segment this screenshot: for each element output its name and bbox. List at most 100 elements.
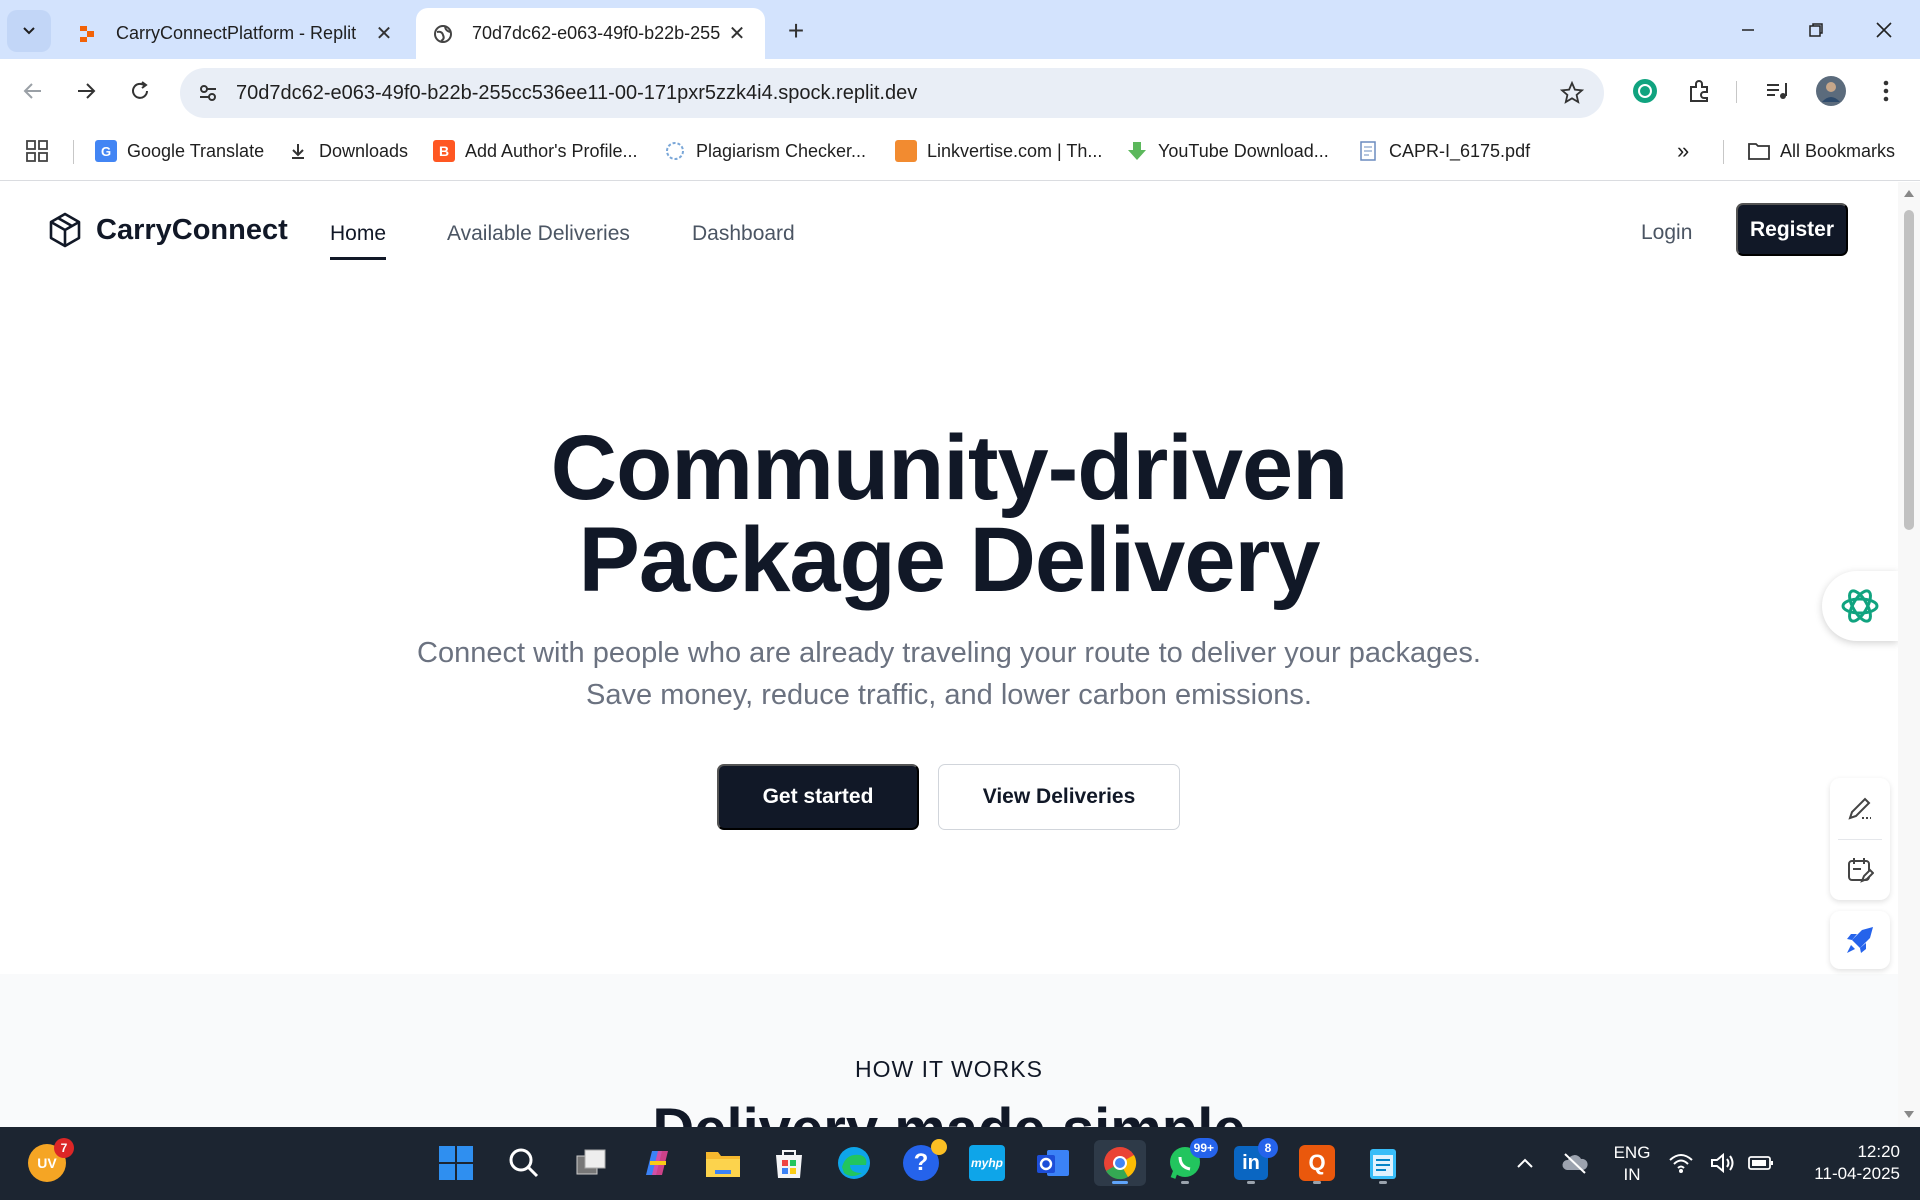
hero-subtitle: Connect with people who are already trav… [0, 632, 1898, 716]
clock-date: 11-04-2025 [1814, 1164, 1900, 1183]
active-nav-indicator [330, 257, 387, 260]
chrome-taskbar-icon[interactable] [1094, 1140, 1146, 1186]
q-app-icon[interactable]: Q [1294, 1140, 1340, 1186]
tab-title: 70d7dc62-e063-49f0-b22b-255 [472, 23, 721, 43]
wifi-icon[interactable] [1666, 1140, 1696, 1186]
profile-avatar[interactable] [1815, 75, 1847, 107]
system-clock[interactable]: 12:20 11-04-2025 [1790, 1141, 1900, 1185]
get-help-icon[interactable]: ? [898, 1139, 947, 1186]
tab-carryconnect[interactable]: 70d7dc62-e063-49f0-b22b-255 ✕ [416, 8, 765, 59]
bookmark-plagiarism-checker[interactable]: Plagiarism Checker... [664, 136, 866, 166]
brand-logo[interactable]: CarryConnect [48, 212, 288, 248]
apps-grid-icon[interactable] [26, 136, 48, 166]
more-bookmarks-chevron-icon[interactable]: » [1677, 136, 1689, 166]
launch-rocket-button[interactable] [1830, 911, 1890, 969]
hero-title-line-2: Package Delivery [578, 509, 1321, 611]
task-view-icon[interactable] [568, 1140, 614, 1186]
windows-taskbar: UV 7 ? myhp 99+ in 8 Q ENG IN 12:20 11-0… [0, 1127, 1920, 1200]
minimize-window-button[interactable] [1726, 12, 1770, 48]
battery-icon[interactable] [1746, 1140, 1776, 1186]
new-tab-button[interactable]: + [779, 14, 813, 48]
chatgpt-sidebar-button[interactable] [1822, 571, 1898, 641]
edit-pen-icon[interactable] [1845, 793, 1875, 823]
linkedin-icon[interactable]: in 8 [1228, 1138, 1278, 1186]
pdf-file-icon [1357, 140, 1379, 162]
search-icon[interactable] [501, 1140, 547, 1186]
address-bar[interactable]: 70d7dc62-e063-49f0-b22b-255cc536ee11-00-… [180, 68, 1604, 118]
browser-tab-strip: CarryConnectPlatform - Replit ✕ 70d7dc62… [0, 0, 1920, 59]
close-window-button[interactable] [1862, 12, 1906, 48]
restore-window-button[interactable] [1794, 12, 1838, 48]
whatsapp-icon[interactable]: 99+ [1162, 1138, 1218, 1186]
close-icon[interactable]: ✕ [725, 22, 749, 46]
nav-dashboard[interactable]: Dashboard [692, 222, 795, 246]
close-icon[interactable]: ✕ [372, 22, 396, 46]
forward-button[interactable] [68, 73, 104, 109]
user-initials: UV [37, 1155, 57, 1171]
hero-title: Community-driven Package Delivery [0, 422, 1898, 606]
blogger-icon: B [433, 140, 455, 162]
bookmark-linkvertise[interactable]: Linkvertise.com | Th... [895, 136, 1102, 166]
nav-home[interactable]: Home [330, 222, 387, 260]
linkedin-badge: 8 [1258, 1138, 1278, 1158]
bookmark-google-translate[interactable]: G Google Translate [95, 136, 264, 166]
volume-icon[interactable] [1708, 1140, 1738, 1186]
bookmark-downloads[interactable]: Downloads [287, 136, 408, 166]
media-controls-icon[interactable] [1761, 75, 1793, 107]
section-kicker: HOW IT WORKS [855, 1056, 1043, 1082]
bookmark-star-icon[interactable] [1552, 73, 1592, 113]
reload-icon [132, 81, 148, 99]
register-button[interactable]: Register [1736, 203, 1848, 256]
back-button[interactable] [15, 73, 51, 109]
myhp-icon[interactable]: myhp [964, 1140, 1010, 1186]
login-link[interactable]: Login [1641, 221, 1692, 245]
bookmark-youtube-download[interactable]: YouTube Download... [1126, 136, 1329, 166]
page-scrollbar[interactable] [1898, 182, 1920, 1127]
tab-search-button[interactable] [7, 10, 51, 52]
edge-browser-icon[interactable] [831, 1140, 877, 1186]
running-app-indicator [1181, 1181, 1189, 1184]
brand-name: CarryConnect [96, 213, 288, 246]
notification-badge: 7 [54, 1138, 74, 1158]
notepad-icon[interactable] [1360, 1140, 1406, 1186]
reload-button[interactable] [122, 73, 158, 109]
file-explorer-icon[interactable] [700, 1140, 746, 1186]
nav-available-deliveries[interactable]: Available Deliveries [447, 222, 630, 246]
more-menu-icon[interactable] [1870, 75, 1902, 107]
chatgpt-extension-icon[interactable] [1629, 75, 1661, 107]
bookmark-capr-pdf[interactable]: CAPR-I_6175.pdf [1357, 136, 1530, 166]
user-profile-widget[interactable]: UV 7 [24, 1138, 74, 1186]
bookmark-label: CAPR-I_6175.pdf [1389, 140, 1531, 161]
bookmark-add-author[interactable]: B Add Author's Profile... [433, 136, 638, 166]
get-started-button[interactable]: Get started [717, 764, 919, 830]
outlook-icon[interactable] [1030, 1140, 1076, 1186]
tab-replit[interactable]: CarryConnectPlatform - Replit ✕ [60, 8, 412, 59]
microsoft-store-icon[interactable] [766, 1140, 812, 1186]
tool-divider [1838, 839, 1882, 840]
scroll-up-icon[interactable] [1903, 188, 1915, 198]
copilot-icon[interactable] [634, 1140, 680, 1186]
hero-subtitle-line-1: Connect with people who are already trav… [417, 637, 1481, 669]
all-bookmarks-button[interactable]: All Bookmarks [1748, 136, 1895, 166]
extensions-puzzle-icon[interactable] [1683, 75, 1715, 107]
restore-icon [1809, 23, 1823, 37]
show-hidden-icons-chevron-icon[interactable] [1503, 1140, 1547, 1186]
onedrive-offline-icon[interactable] [1553, 1140, 1597, 1186]
view-deliveries-button[interactable]: View Deliveries [938, 764, 1180, 830]
whatsapp-badge: 99+ [1189, 1138, 1218, 1158]
side-tools-panel [1830, 778, 1890, 900]
site-info-icon[interactable] [188, 73, 228, 113]
scroll-thumb[interactable] [1904, 210, 1914, 530]
rocket-icon [1847, 927, 1873, 953]
all-bookmarks-label: All Bookmarks [1780, 140, 1896, 161]
minimize-icon [1742, 29, 1754, 31]
windows-start-icon[interactable] [433, 1140, 479, 1186]
language-indicator[interactable]: ENG IN [1604, 1142, 1660, 1186]
scroll-down-icon[interactable] [1903, 1110, 1915, 1120]
calendar-edit-icon[interactable] [1845, 855, 1875, 885]
bookmark-label: Add Author's Profile... [465, 140, 638, 161]
url-text[interactable]: 70d7dc62-e063-49f0-b22b-255cc536ee11-00-… [236, 82, 1552, 105]
site-header: CarryConnect Home Available Deliveries D… [0, 182, 1898, 282]
bookmark-divider [1723, 140, 1724, 164]
bookmark-label: YouTube Download... [1158, 140, 1329, 161]
